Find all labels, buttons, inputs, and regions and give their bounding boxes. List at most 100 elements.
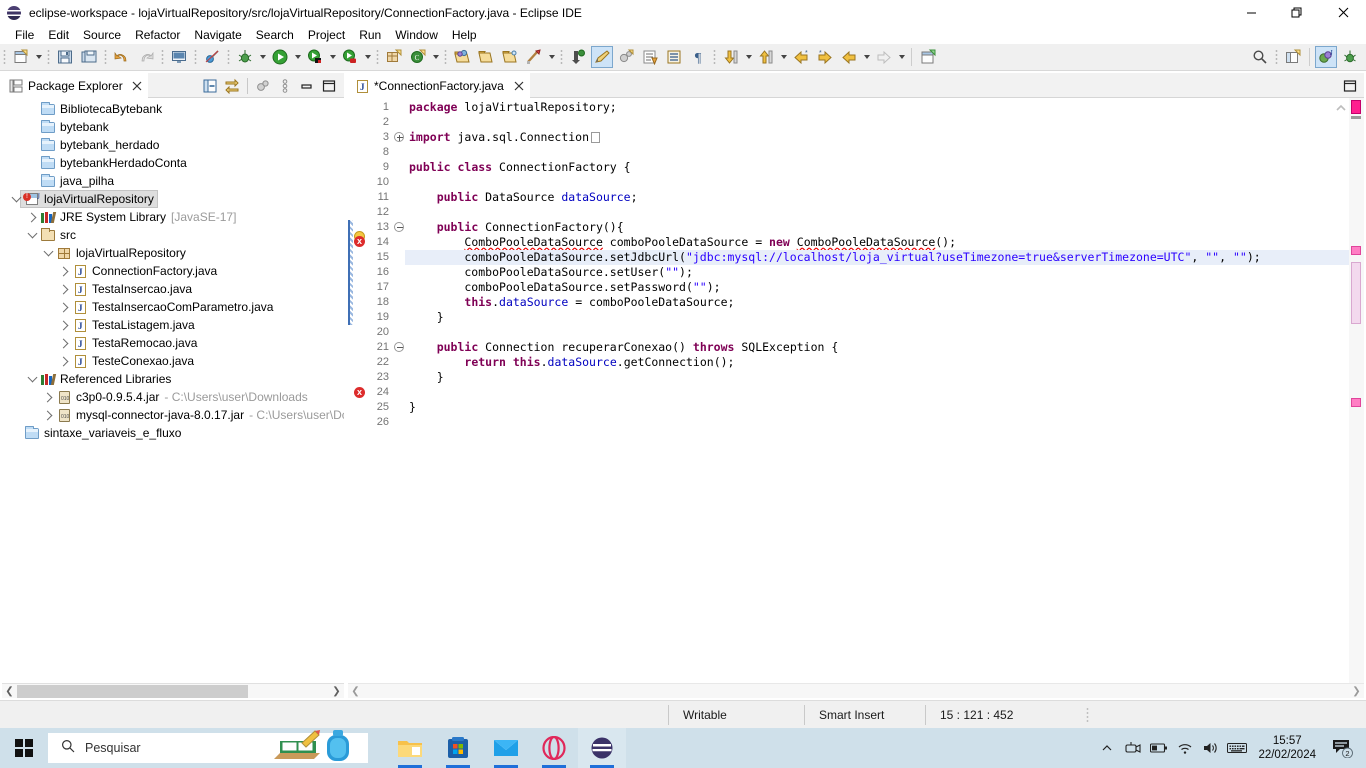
overview-warning-mark[interactable] — [1351, 246, 1361, 255]
scroll-left-icon[interactable]: ❮ — [348, 684, 363, 699]
code-line[interactable]: package lojaVirtualRepository; — [405, 100, 1349, 115]
tree-item[interactable]: bytebank — [2, 118, 344, 136]
toolbar-grip-6[interactable] — [227, 48, 230, 66]
marker-gutter[interactable]: xx — [353, 98, 367, 683]
menu-search[interactable]: Search — [249, 27, 301, 43]
show-whitespace-list-icon[interactable] — [639, 46, 661, 68]
collapse-all-icon[interactable] — [200, 76, 220, 96]
forward-dropdown-arrow[interactable] — [896, 46, 907, 68]
overview-ruler-track[interactable] — [1336, 98, 1364, 683]
scroll-right-icon[interactable]: ❯ — [329, 684, 344, 699]
taskbar-file-explorer-icon[interactable] — [386, 728, 434, 768]
toolbar-grip-2[interactable] — [47, 48, 50, 66]
chevron-right-icon[interactable] — [56, 263, 72, 279]
run-external-tools-icon[interactable] — [304, 46, 326, 68]
code-line[interactable]: comboPooleDataSource.setUser(""); — [405, 265, 1349, 280]
chevron-right-icon[interactable] — [56, 353, 72, 369]
back-dropdown-arrow[interactable] — [861, 46, 872, 68]
code-line[interactable]: public Connection recuperarConexao() thr… — [405, 340, 1349, 355]
notification-center-icon[interactable]: 2 — [1324, 728, 1362, 768]
chevron-right-icon[interactable] — [40, 389, 56, 405]
tree-item[interactable]: 010 c3p0-0.9.5.4.jar - C:\Users\user\Downl… — [2, 388, 344, 406]
toggle-block-selection-icon[interactable] — [615, 46, 637, 68]
next-edit-icon[interactable]: * — [814, 46, 836, 68]
chevron-right-icon[interactable] — [24, 209, 40, 225]
tree-item[interactable]: bytebank_herdado — [2, 136, 344, 154]
tree-item[interactable]: src — [2, 226, 344, 244]
code-line[interactable]: this.dataSource = comboPooleDataSource; — [405, 295, 1349, 310]
minimize-button[interactable] — [1228, 0, 1274, 25]
code-line[interactable]: public DataSource dataSource; — [405, 190, 1349, 205]
overview-occurrence-block[interactable] — [1351, 262, 1361, 324]
new-java-package-icon[interactable] — [383, 46, 405, 68]
code-editor[interactable]: xx 1 2 3 8 9 10 11 12 13 14 15 16 17 18 19 20 21 22 23 24 25… — [348, 98, 1364, 683]
new-icon[interactable] — [10, 46, 32, 68]
toolbar-grip-3[interactable] — [104, 48, 107, 66]
step-out-icon[interactable] — [755, 46, 777, 68]
tree-item[interactable]: 010 mysql-connector-java-8.0.17.jar - C:\U… — [2, 406, 344, 424]
editor-hscrollbar[interactable]: ❮ ❯ — [348, 683, 1364, 698]
maximize-view-icon[interactable] — [319, 76, 339, 96]
scroll-up-icon[interactable] — [1335, 101, 1347, 113]
code-line[interactable]: import java.sql.Connection; — [405, 130, 1349, 145]
tree-item[interactable]: Referenced Libraries — [2, 370, 344, 388]
toolbar-grip-9[interactable] — [560, 48, 563, 66]
open-resource-icon[interactable] — [499, 46, 521, 68]
fold-collapse-icon[interactable] — [394, 222, 404, 232]
code-line[interactable]: } — [405, 370, 1349, 385]
taskbar-microsoft-store-icon[interactable] — [434, 728, 482, 768]
run-dropdown-arrow[interactable] — [292, 46, 303, 68]
taskbar-opera-icon[interactable] — [530, 728, 578, 768]
coverage-icon[interactable] — [339, 46, 361, 68]
new-class-dropdown-arrow[interactable] — [430, 46, 441, 68]
battery-icon[interactable] — [1146, 728, 1172, 768]
code-line[interactable]: comboPooleDataSource.setJdbcUrl("jdbc:my… — [405, 250, 1349, 265]
chevron-right-icon[interactable] — [56, 335, 72, 351]
pin-editor-icon[interactable] — [917, 46, 939, 68]
chevron-down-icon[interactable] — [24, 227, 40, 243]
skip-breakpoints-icon[interactable] — [201, 46, 223, 68]
link-with-editor-icon[interactable] — [222, 76, 242, 96]
chevron-right-icon[interactable] — [40, 407, 56, 423]
code-line[interactable] — [405, 115, 1349, 130]
tree-item[interactable]: JRE System Library [JavaSE-17] — [2, 208, 344, 226]
step-into-dropdown-arrow[interactable] — [743, 46, 754, 68]
overview-warning-mark-2[interactable] — [1351, 398, 1361, 407]
wifi-icon[interactable] — [1172, 728, 1198, 768]
tree-item[interactable]: J TestaInsercao.java — [2, 280, 344, 298]
scroll-track[interactable] — [17, 684, 329, 699]
toolbar-grip-8[interactable] — [444, 48, 447, 66]
menu-window[interactable]: Window — [388, 27, 445, 43]
tree-item[interactable]: lojaVirtualRepository — [2, 244, 344, 262]
view-menu-icon[interactable] — [275, 76, 295, 96]
show-whitespace-icon[interactable]: ¶ — [687, 46, 709, 68]
restore-view-icon[interactable] — [1340, 76, 1360, 96]
taskbar-clock[interactable]: 15:57 22/02/2024 — [1250, 734, 1324, 762]
open-perspective-icon[interactable] — [1282, 46, 1304, 68]
tree-item[interactable]: ! J lojaVirtualRepository — [2, 190, 344, 208]
run-external-dropdown-arrow[interactable] — [327, 46, 338, 68]
tree-item[interactable]: java_pilha — [2, 172, 344, 190]
chevron-right-icon[interactable] — [56, 299, 72, 315]
fold-expand-icon[interactable] — [394, 132, 404, 142]
error-marker-icon[interactable]: x — [354, 236, 365, 247]
quick-access-search-icon[interactable] — [1249, 46, 1271, 68]
folding-gutter[interactable] — [393, 98, 405, 683]
toolbar-grip-4[interactable] — [161, 48, 164, 66]
close-button[interactable] — [1320, 0, 1366, 25]
editor-overview-ruler[interactable] — [1336, 98, 1364, 683]
toggle-mark-occurrences-icon[interactable] — [591, 46, 613, 68]
minimize-view-icon[interactable] — [297, 76, 317, 96]
toolbar-grip-7[interactable] — [376, 48, 379, 66]
taskbar-mail-icon[interactable] — [482, 728, 530, 768]
menu-project[interactable]: Project — [301, 27, 352, 43]
close-icon[interactable] — [512, 79, 526, 93]
code-line[interactable] — [405, 205, 1349, 220]
search-input[interactable]: Pesquisar — [48, 730, 368, 763]
code-line[interactable]: ComboPooleDataSource comboPooleDataSourc… — [405, 235, 1349, 250]
overview-current-line-mark[interactable] — [1351, 116, 1361, 119]
tree-item[interactable]: J TestaListagem.java — [2, 316, 344, 334]
previous-edit-icon[interactable]: * — [790, 46, 812, 68]
step-into-icon[interactable] — [720, 46, 742, 68]
console-icon[interactable] — [168, 46, 190, 68]
